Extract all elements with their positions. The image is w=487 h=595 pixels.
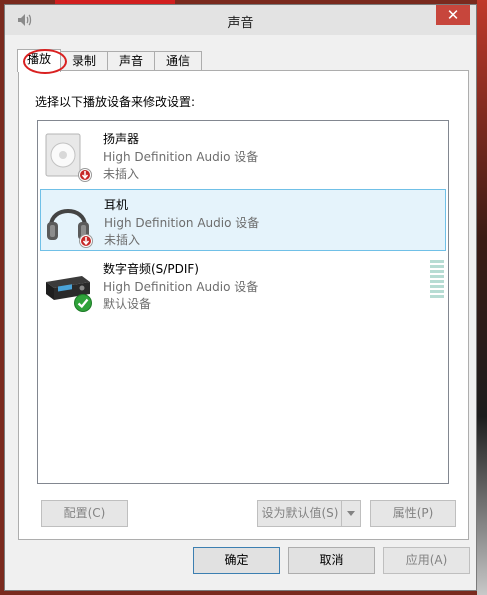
unplugged-arrow-icon [79, 234, 93, 248]
device-item-speakers[interactable]: 扬声器 High Definition Audio 设备 未插入 [40, 124, 446, 186]
cancel-button[interactable]: 取消 [288, 547, 375, 574]
apply-button[interactable]: 应用(A) [383, 547, 470, 574]
set-default-label: 设为默认值(S) [261, 506, 339, 520]
chevron-down-icon [347, 511, 355, 516]
device-driver: High Definition Audio 设备 [103, 150, 259, 164]
device-status: 未插入 [104, 233, 141, 247]
window-title: 声音 [227, 16, 254, 31]
device-status: 默认设备 [103, 297, 152, 311]
close-icon: ✕ [446, 6, 460, 24]
device-driver: High Definition Audio 设备 [103, 280, 259, 294]
sound-dialog: 声音 ✕ 播放 录制 声音 通信 选择以下播放设备来修改设置: 扬声器 High… [4, 4, 477, 591]
playback-panel: 选择以下播放设备来修改设置: 扬声器 High Definition Audio… [18, 70, 469, 540]
tab-communications[interactable]: 通信 [154, 51, 202, 71]
close-button[interactable]: ✕ [436, 5, 470, 25]
tab-sounds[interactable]: 声音 [107, 51, 155, 71]
set-default-button[interactable]: 设为默认值(S) [257, 500, 361, 527]
device-item-headphones[interactable]: 耳机 High Definition Audio 设备 未插入 [40, 189, 446, 251]
device-list[interactable]: 扬声器 High Definition Audio 设备 未插入 耳机 High… [37, 120, 449, 484]
volume-level-meter [430, 260, 444, 302]
ok-button[interactable]: 确定 [193, 547, 280, 574]
background-strip-right [477, 0, 487, 595]
unplugged-arrow-icon [78, 168, 92, 182]
default-checkmark-icon [74, 294, 92, 312]
title-bar: 声音 ✕ [5, 5, 476, 35]
instruction-text: 选择以下播放设备来修改设置: [35, 95, 196, 109]
device-status: 未插入 [103, 167, 140, 181]
properties-button[interactable]: 属性(P) [370, 500, 456, 527]
device-item-digital-audio[interactable]: 数字音频(S/PDIF) High Definition Audio 设备 默认… [40, 254, 446, 316]
device-name: 耳机 [104, 198, 129, 212]
tab-recording[interactable]: 录制 [60, 51, 108, 71]
device-name: 数字音频(S/PDIF) [103, 262, 199, 276]
set-default-dropdown[interactable] [341, 501, 360, 526]
device-name: 扬声器 [103, 132, 140, 146]
device-driver: High Definition Audio 设备 [104, 216, 260, 230]
annotation-circle [23, 49, 67, 74]
configure-button[interactable]: 配置(C) [41, 500, 128, 527]
